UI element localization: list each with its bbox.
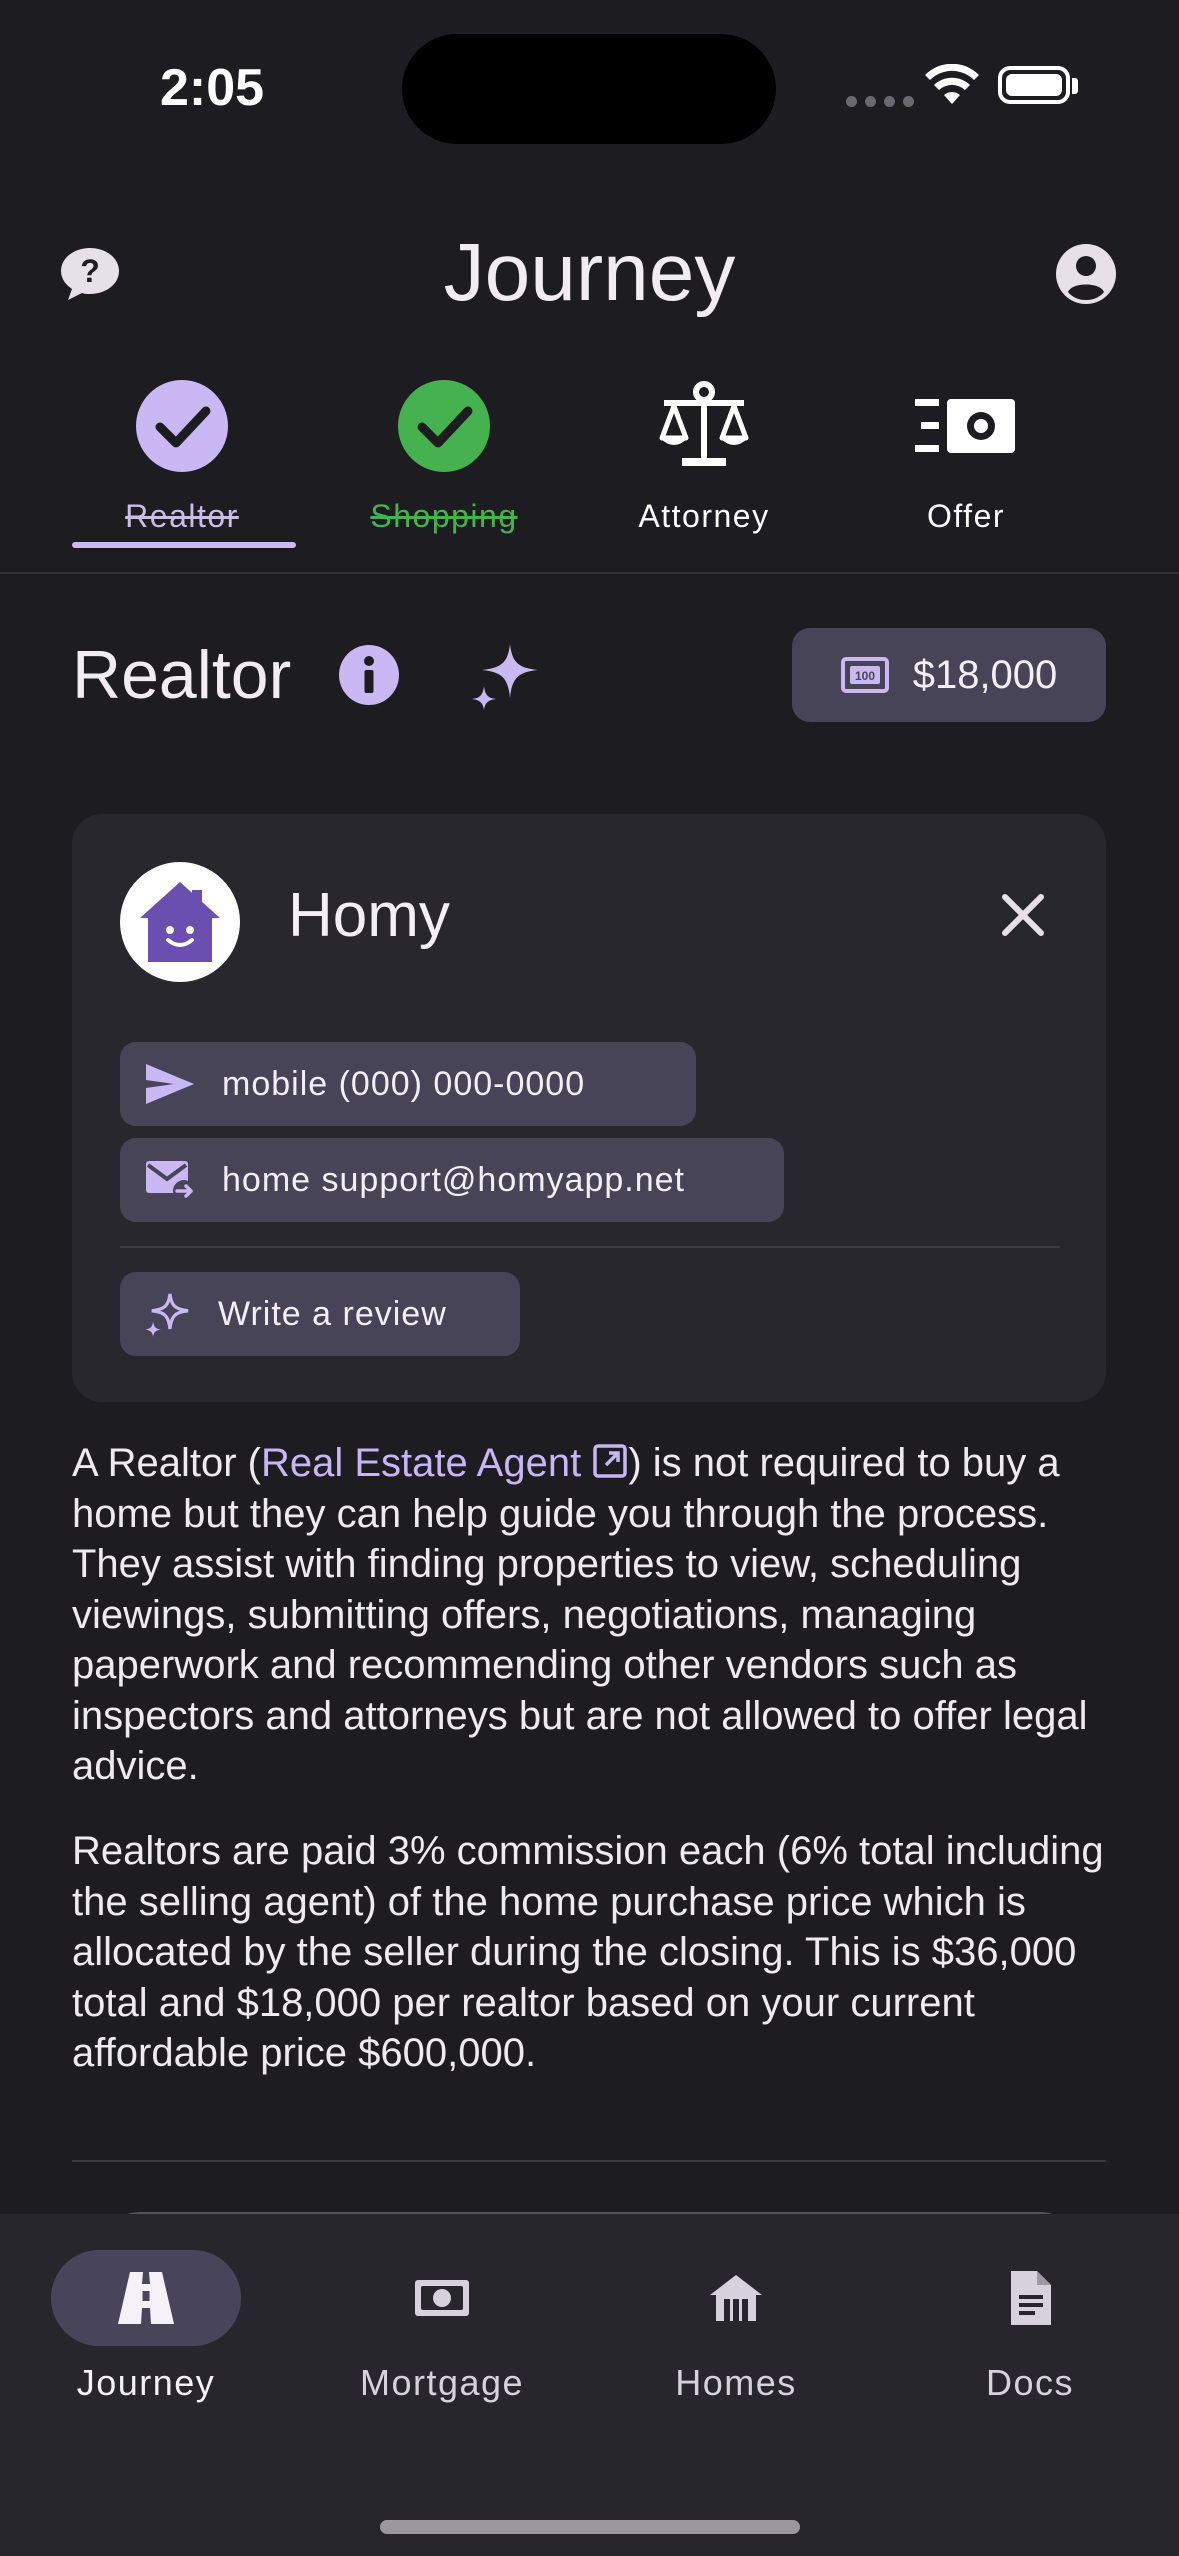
nav-docs[interactable]: Docs [900,2250,1160,2404]
step-label: Attorney [638,498,770,534]
document-icon [1011,2271,1051,2325]
nav-pill [51,2250,241,2346]
section-title: Realtor [72,637,292,713]
active-step-indicator [72,542,296,548]
realtor-description: A Realtor (Real Estate Agent ) is not re… [72,1438,1112,1792]
card-divider [120,1246,1060,1248]
fast-money-icon [846,376,1086,476]
nav-homes[interactable]: Homes [606,2250,866,2404]
battery-icon [998,66,1070,104]
step-attorney[interactable]: Attorney [584,376,824,535]
nav-label: Homes [675,2362,797,2403]
nav-pill [641,2250,831,2346]
home-indicator[interactable] [380,2520,800,2534]
nav-label: Journey [76,2362,216,2403]
send-icon [146,1064,194,1104]
nav-pill [347,2250,537,2346]
nav-label: Docs [985,2362,1075,2403]
nav-label: Mortgage [359,2362,525,2403]
vendor-logo [120,862,240,982]
step-offer[interactable]: Offer [846,376,1086,535]
sparkle-icon [145,1293,189,1337]
link-text: Real Estate Agent [260,1441,582,1485]
info-icon[interactable] [338,644,400,711]
commission-amount: $18,000 [912,652,1058,697]
description-text: A Realtor ( [72,1441,261,1485]
tabs-divider [0,572,1179,574]
email-label: home support@homyapp.net [222,1160,685,1199]
step-shopping[interactable]: Shopping [324,376,564,535]
email-chip[interactable]: home support@homyapp.net [120,1138,784,1222]
nav-journey[interactable]: Journey [16,2250,276,2404]
phone-chip[interactable]: mobile (000) 000-0000 [120,1042,696,1126]
check-circle-icon [62,376,302,476]
scale-icon [584,376,824,476]
house-icon [710,2275,762,2321]
cellular-signal-icon [846,96,914,107]
account-icon[interactable] [1054,242,1118,311]
status-time: 2:05 [160,59,265,117]
nav-pill [935,2250,1125,2346]
commission-description: Realtors are paid 3% commission each (6%… [72,1829,1104,2075]
step-label: Offer [926,498,1006,534]
check-circle-icon [324,376,564,476]
vendor-name: Homy [288,881,450,950]
description-text: ) is not required to buy a home but they… [72,1441,1088,1788]
sparkle-icon[interactable] [470,638,544,717]
review-label: Write a review [218,1294,447,1333]
step-realtor[interactable]: Realtor [62,376,302,535]
real-estate-agent-link[interactable]: Real Estate Agent [261,1441,628,1485]
dynamic-island [402,34,776,144]
content-divider [72,2160,1106,2162]
page-title: Journey [443,227,736,318]
road-icon [118,2272,174,2324]
nav-mortgage[interactable]: Mortgage [312,2250,572,2404]
close-icon[interactable] [1000,892,1046,943]
step-label: Shopping [370,498,518,534]
external-link-icon [593,1444,628,1478]
wifi-icon [924,63,980,113]
money-icon [415,2280,469,2316]
battery-tip [1072,78,1078,94]
commission-chip[interactable]: 100 $18,000 [792,628,1106,722]
svg-text:100: 100 [855,669,875,683]
step-label: Realtor [125,498,239,534]
cash-icon: 100 [840,657,889,693]
phone-label: mobile (000) 000-0000 [222,1064,586,1103]
write-review-button[interactable]: Write a review [120,1272,520,1356]
forward-email-icon [146,1161,195,1202]
